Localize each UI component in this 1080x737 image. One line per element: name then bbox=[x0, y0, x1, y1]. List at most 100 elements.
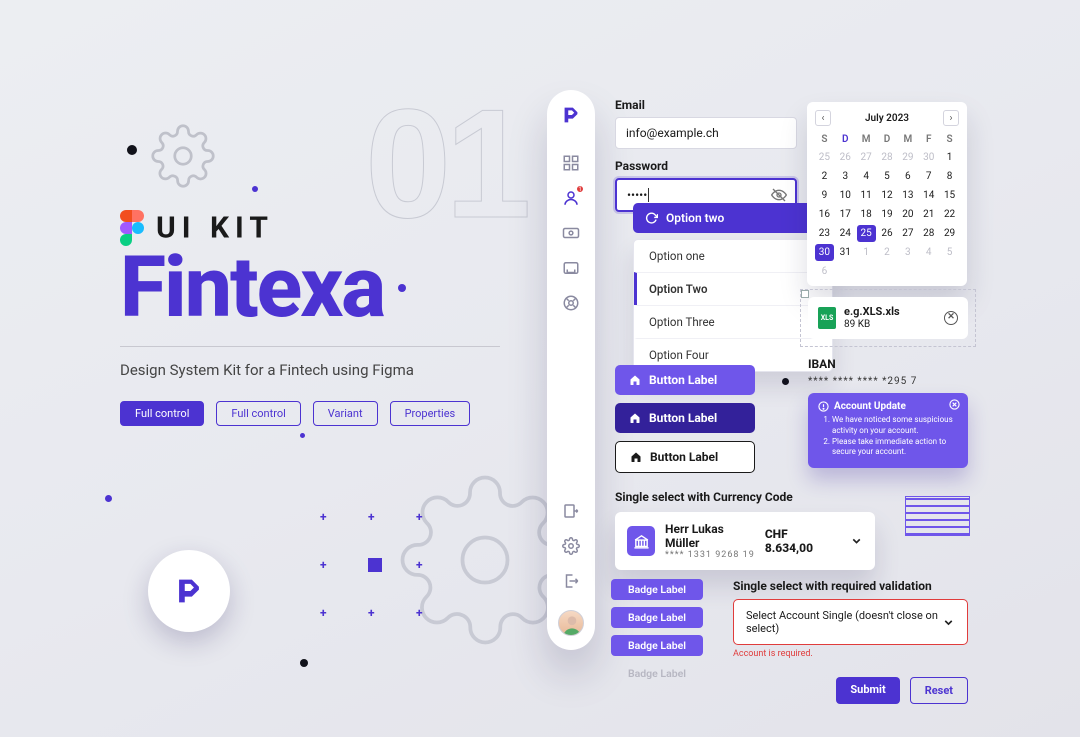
calendar: ‹ July 2023 › SDMDMFS2526272829301234567… bbox=[807, 102, 967, 286]
calendar-dow: M bbox=[857, 132, 876, 147]
user-avatar[interactable] bbox=[558, 610, 584, 636]
calendar-prev-button[interactable]: ‹ bbox=[815, 110, 831, 126]
calendar-day[interactable]: 8 bbox=[940, 168, 959, 185]
calendar-day[interactable]: 14 bbox=[919, 187, 938, 204]
calendar-day[interactable]: 25 bbox=[815, 149, 834, 166]
calendar-day[interactable]: 9 bbox=[815, 187, 834, 204]
account-number: **** 1331 9268 19 bbox=[665, 550, 755, 560]
account-select-error[interactable]: Select Account Single (doesn't close on … bbox=[733, 599, 968, 645]
iban-display: IBAN **** **** **** *295 7 bbox=[808, 357, 968, 387]
submit-button[interactable]: Submit bbox=[836, 677, 899, 704]
nav-dashboard-icon[interactable] bbox=[559, 151, 583, 175]
calendar-day[interactable]: 7 bbox=[919, 168, 938, 185]
calendar-day[interactable]: 21 bbox=[919, 206, 938, 223]
calendar-day[interactable]: 5 bbox=[940, 244, 959, 261]
calendar-day[interactable]: 20 bbox=[898, 206, 917, 223]
calendar-next-button[interactable]: › bbox=[943, 110, 959, 126]
calendar-day[interactable]: 16 bbox=[815, 206, 834, 223]
account-balance: CHF 8.634,00 bbox=[765, 527, 834, 555]
bank-icon bbox=[627, 526, 655, 556]
calendar-day[interactable]: 6 bbox=[898, 168, 917, 185]
calendar-day[interactable]: 3 bbox=[836, 168, 855, 185]
xls-file-icon: XLS bbox=[818, 307, 836, 329]
calendar-day[interactable]: 28 bbox=[878, 149, 897, 166]
calendar-day[interactable]: 18 bbox=[857, 206, 876, 223]
button-primary-solid[interactable]: Button Label bbox=[615, 403, 755, 433]
select-section-label: Single select with required validation bbox=[733, 579, 968, 593]
calendar-day[interactable]: 4 bbox=[857, 168, 876, 185]
calendar-day[interactable]: 12 bbox=[878, 187, 897, 204]
calendar-day[interactable]: 27 bbox=[898, 225, 917, 242]
file-size: 89 KB bbox=[844, 319, 870, 330]
nav-settings-icon[interactable] bbox=[559, 534, 583, 558]
vertical-nav: 1 bbox=[547, 90, 595, 650]
calendar-day[interactable]: 3 bbox=[898, 244, 917, 261]
calendar-day[interactable]: 25 bbox=[857, 225, 876, 242]
calendar-day[interactable]: 27 bbox=[857, 149, 876, 166]
calendar-day[interactable]: 17 bbox=[836, 206, 855, 223]
calendar-day[interactable]: 5 bbox=[878, 168, 897, 185]
calendar-day[interactable]: 11 bbox=[857, 187, 876, 204]
calendar-dow: F bbox=[919, 132, 938, 147]
calendar-day[interactable]: 6 bbox=[815, 263, 834, 280]
calendar-day[interactable]: 22 bbox=[940, 206, 959, 223]
file-name: e.g.XLS.xls bbox=[844, 305, 900, 318]
nav-logo-icon bbox=[560, 104, 582, 126]
calendar-day[interactable]: 24 bbox=[836, 225, 855, 242]
chevron-down-icon bbox=[850, 534, 863, 548]
button-outline[interactable]: Button Label bbox=[615, 441, 755, 473]
calendar-day[interactable]: 1 bbox=[940, 149, 959, 166]
calendar-day[interactable]: 31 bbox=[836, 244, 855, 261]
button-primary-soft[interactable]: Button Label bbox=[615, 365, 755, 395]
account-select-card[interactable]: Herr Lukas Müller **** 1331 9268 19 CHF … bbox=[615, 512, 875, 570]
hero-chip[interactable]: Full control bbox=[120, 401, 204, 426]
alert-item: Please take immediate action to secure y… bbox=[832, 437, 958, 459]
calendar-day[interactable]: 10 bbox=[836, 187, 855, 204]
calendar-dow: M bbox=[898, 132, 917, 147]
calendar-day[interactable]: 4 bbox=[919, 244, 938, 261]
hero-subtitle: Design System Kit for a Fintech using Fi… bbox=[120, 361, 520, 379]
calendar-day[interactable]: 1 bbox=[857, 244, 876, 261]
calendar-day[interactable]: 23 bbox=[815, 225, 834, 242]
iban-label: IBAN bbox=[808, 357, 968, 371]
hero-chip[interactable]: Variant bbox=[313, 401, 378, 426]
hero-chip[interactable]: Properties bbox=[390, 401, 471, 426]
reset-button[interactable]: Reset bbox=[910, 677, 968, 704]
nav-inbox-icon[interactable] bbox=[559, 256, 583, 280]
dropdown-trigger[interactable]: Option two bbox=[633, 203, 833, 233]
calendar-day[interactable]: 29 bbox=[898, 149, 917, 166]
calendar-day[interactable]: 26 bbox=[836, 149, 855, 166]
nav-logout-icon[interactable] bbox=[559, 569, 583, 593]
nav-export-icon[interactable] bbox=[559, 499, 583, 523]
calendar-dow: S bbox=[815, 132, 834, 147]
alert-close-button[interactable] bbox=[949, 399, 960, 410]
badge: Badge Label bbox=[611, 635, 703, 656]
calendar-day[interactable]: 30 bbox=[919, 149, 938, 166]
calendar-day[interactable]: 13 bbox=[898, 187, 917, 204]
badge: Badge Label bbox=[611, 579, 703, 600]
nav-help-icon[interactable] bbox=[559, 291, 583, 315]
nav-person-icon[interactable]: 1 bbox=[559, 186, 583, 210]
dropdown-option[interactable]: Option one bbox=[634, 240, 832, 272]
calendar-day[interactable]: 15 bbox=[940, 187, 959, 204]
nav-payments-icon[interactable] bbox=[559, 221, 583, 245]
calendar-dow: D bbox=[836, 132, 855, 147]
divider bbox=[120, 346, 500, 347]
email-input[interactable]: info@example.ch bbox=[615, 117, 797, 149]
hero-chip[interactable]: Full control bbox=[216, 401, 300, 426]
password-label: Password bbox=[615, 159, 797, 173]
email-label: Email bbox=[615, 98, 797, 112]
calendar-dow: D bbox=[878, 132, 897, 147]
calendar-day[interactable]: 2 bbox=[815, 168, 834, 185]
file-remove-button[interactable]: ✕ bbox=[944, 311, 958, 325]
grid-decor: +++ ++ +++ bbox=[320, 510, 430, 620]
calendar-day[interactable]: 26 bbox=[878, 225, 897, 242]
file-attachment: XLS e.g.XLS.xls89 KB ✕ bbox=[808, 297, 968, 339]
calendar-day[interactable]: 28 bbox=[919, 225, 938, 242]
currency-section-label: Single select with Currency Code bbox=[615, 490, 875, 504]
calendar-day[interactable]: 29 bbox=[940, 225, 959, 242]
calendar-day[interactable]: 2 bbox=[878, 244, 897, 261]
calendar-day[interactable]: 19 bbox=[878, 206, 897, 223]
calendar-day[interactable]: 30 bbox=[815, 244, 834, 261]
toggle-visibility-icon[interactable] bbox=[771, 187, 787, 203]
